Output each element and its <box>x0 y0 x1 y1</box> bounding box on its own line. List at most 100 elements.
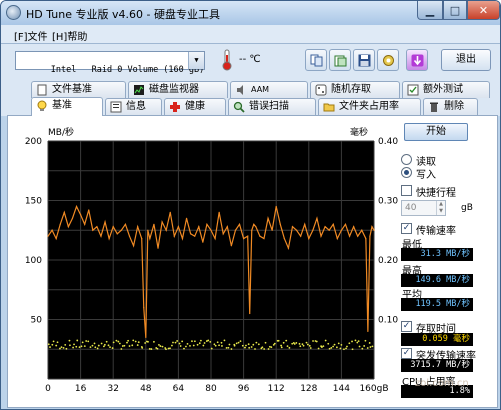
access-time-point <box>51 343 54 346</box>
access-time-point <box>346 345 348 348</box>
menu-file[interactable]: [F]文件 <box>14 28 48 43</box>
right-tick-label: 0.20 <box>378 256 398 266</box>
chevron-down-icon[interactable]: ▼ <box>188 52 204 69</box>
access-time-point <box>337 342 340 345</box>
transfer-rate-point <box>149 237 151 240</box>
window-title: HD Tune 专业版 v4.60 - 硬盘专业工具 <box>26 8 220 21</box>
access-time-point <box>293 343 296 345</box>
x-tick-label: 0 <box>45 384 51 394</box>
access-time-point <box>132 339 135 342</box>
menu-help[interactable]: [H]帮助 <box>52 28 87 43</box>
transfer-rate-point <box>367 330 369 332</box>
file-icon <box>37 84 47 96</box>
access-time-point <box>198 342 201 345</box>
access-time-point <box>96 347 99 350</box>
access-time-point <box>64 344 67 346</box>
transfer-rate-point <box>267 217 269 219</box>
transfer-rate-point <box>300 235 302 237</box>
access-time-point <box>60 346 63 349</box>
access-time-point <box>83 345 86 348</box>
tab-erase[interactable]: 删除 <box>423 98 478 115</box>
app-icon <box>6 5 21 20</box>
write-radio[interactable] <box>401 167 412 178</box>
quick-path-spinner[interactable]: 40 ▲ ▼ <box>401 200 446 216</box>
access-time-point <box>93 342 96 345</box>
tab-error-scan[interactable]: 错误扫描 <box>228 98 316 115</box>
start-button[interactable]: 开始 <box>404 123 468 141</box>
access-time-checkbox[interactable]: ✓ <box>401 321 412 332</box>
tab-health[interactable]: 健康 <box>164 98 226 115</box>
access-time-point <box>153 340 155 343</box>
access-time-point <box>105 340 108 343</box>
menu-bar: [F]文件 [H]帮助 <box>1 25 500 44</box>
copy-info-button[interactable] <box>305 49 327 71</box>
tab-file-benchmark[interactable]: 文件基准 <box>31 81 126 98</box>
transfer-rate-point <box>344 223 347 225</box>
access-time-point <box>80 345 83 348</box>
tab-folder-usage[interactable]: 文件夹占用率 <box>318 98 421 115</box>
access-time-point <box>56 341 59 344</box>
minimize-button[interactable]: ▁ <box>417 1 443 20</box>
transfer-rate-point <box>253 223 255 225</box>
access-time-point <box>171 344 173 347</box>
transfer-rate-point <box>190 233 192 235</box>
access-time-point <box>176 340 179 342</box>
tab-aam[interactable]: AAM <box>230 81 308 98</box>
tab-label: 信息 <box>126 101 146 112</box>
tab-info[interactable]: 信息 <box>105 98 162 115</box>
title-bar[interactable]: HD Tune 专业版 v4.60 - 硬盘专业工具 ▁ □ ✕ <box>1 1 500 25</box>
copy-screenshot-button[interactable] <box>329 49 351 71</box>
options-button[interactable] <box>377 49 399 71</box>
tab-benchmark[interactable]: 基准 <box>31 97 103 116</box>
access-time-point <box>69 344 71 347</box>
access-time-point <box>248 346 251 349</box>
exit-button[interactable]: 退出 <box>441 49 491 71</box>
access-time-point <box>301 343 304 346</box>
transfer-rate-point <box>369 235 371 237</box>
tab-label: 文件夹占用率 <box>339 101 399 112</box>
left-tick-label: 100 <box>25 256 42 266</box>
quick-path-checkbox[interactable] <box>401 185 412 196</box>
download-button[interactable] <box>406 49 428 71</box>
access-time-point <box>361 347 364 350</box>
tab-random-access[interactable]: 随机存取 <box>310 81 400 98</box>
access-time-point <box>351 348 354 351</box>
access-time-point <box>192 344 195 347</box>
access-time-point <box>179 345 182 347</box>
transfer-rate-label: 传输速率 <box>416 226 456 237</box>
access-time-point <box>241 344 244 347</box>
access-time-point <box>332 345 335 348</box>
transfer-rate-point <box>177 226 179 228</box>
transfer-rate-point <box>218 211 220 213</box>
transfer-rate-checkbox[interactable]: ✓ <box>401 223 412 234</box>
access-time-point <box>123 344 126 347</box>
transfer-rate-point <box>47 235 49 237</box>
access-time-point <box>228 343 231 346</box>
transfer-rate-point <box>340 229 342 231</box>
read-radio[interactable] <box>401 154 412 165</box>
transfer-rate-point <box>124 223 127 225</box>
save-button[interactable] <box>353 49 375 71</box>
access-time-point <box>298 342 301 345</box>
copy-icon <box>310 54 323 67</box>
floppy-icon <box>358 54 371 67</box>
spinner-arrows-icon[interactable]: ▲ ▼ <box>436 201 445 215</box>
tab-disk-monitor[interactable]: 磁盘监视器 <box>128 81 228 98</box>
speaker-icon <box>237 85 243 95</box>
access-time-point <box>315 340 318 343</box>
transfer-rate-point <box>259 235 261 237</box>
access-time-point <box>363 345 366 347</box>
transfer-rate-point <box>100 235 102 237</box>
access-time-point <box>247 343 250 346</box>
burst-rate-checkbox[interactable]: ✓ <box>401 348 412 359</box>
access-time-point <box>257 343 260 346</box>
close-button[interactable]: ✕ <box>467 1 500 20</box>
transfer-rate-point <box>214 237 216 240</box>
transfer-rate-point <box>63 211 65 213</box>
transfer-rate-point <box>92 229 94 231</box>
tab-label: 健康 <box>185 101 205 112</box>
access-time-point <box>186 342 189 345</box>
tab-extra-tests[interactable]: 额外测试 <box>402 81 490 98</box>
maximize-button[interactable]: □ <box>443 1 467 20</box>
drive-select[interactable]: Intel Raid 0 Volume (160 gB) ▼ <box>15 51 205 75</box>
